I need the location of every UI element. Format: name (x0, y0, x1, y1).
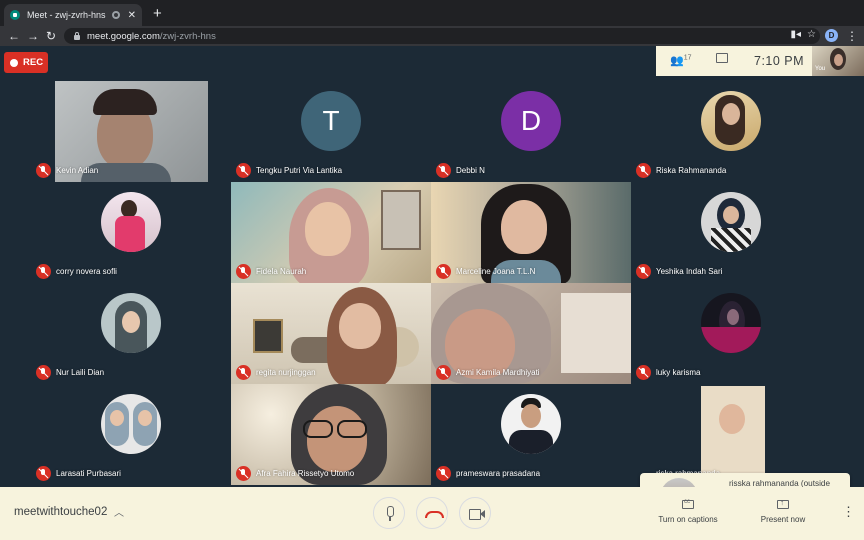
participant-name: Nur Laili Dian (56, 368, 105, 377)
tile-kevin-adian[interactable]: Kevin Adian (31, 81, 231, 182)
microphone-button[interactable] (373, 497, 405, 529)
participant-name: Yeshika Indah Sari (656, 267, 723, 276)
tab-title: Meet - zwj-zvrh-hns (27, 10, 106, 20)
present-now-button[interactable]: Present now (752, 498, 814, 524)
participant-name: prameswara prasadana (456, 469, 541, 478)
bookmark-star-icon[interactable]: ☆ (807, 29, 816, 40)
recording-label: REC (23, 57, 44, 68)
participant-name: Riska Rahmananda (656, 166, 727, 175)
tab-meet[interactable]: Meet - zwj-zvrh-hns ✕ (4, 4, 142, 26)
browser-menu-icon[interactable]: ⋮ (846, 27, 858, 45)
profile-avatar[interactable]: D (825, 29, 838, 42)
camera-in-use-icon[interactable]: ▮◂ (791, 29, 802, 40)
participant-initial-avatar: T (301, 91, 361, 151)
meet-stage: REC 👥17 7:10 PM You Kevin Adian T Tengku… (0, 46, 864, 529)
tile-marceline-joana[interactable]: Marceline Joana T.L.N (431, 182, 631, 283)
self-view[interactable]: You (812, 46, 864, 76)
present-icon (777, 498, 789, 509)
participant-name: Fidela Naurah (256, 267, 307, 276)
present-label: Present now (760, 515, 806, 524)
participant-photo (501, 394, 561, 454)
muted-mic-icon (36, 466, 51, 481)
forward-icon[interactable]: → (27, 27, 39, 45)
participant-count: 17 (683, 54, 692, 62)
chevron-up-icon[interactable]: ︿ (114, 504, 124, 519)
captions-icon (682, 499, 694, 509)
address-bar: ← → ↻ meet.google.com /zwj-zvrh-hns ▮◂ ☆… (0, 26, 864, 46)
tab-close-icon[interactable]: ✕ (128, 10, 136, 21)
muted-mic-icon (36, 163, 51, 178)
participant-name: Debbi N (456, 166, 485, 175)
participant-name: regita nurjinggan (256, 368, 316, 377)
participant-initial-avatar: D (501, 91, 561, 151)
chat-icon[interactable] (716, 53, 728, 63)
participant-photo (101, 192, 161, 252)
tile-riska-rahmananda-2[interactable]: riska rahmananda (631, 384, 831, 485)
recording-indicator-icon (111, 11, 120, 19)
back-icon[interactable]: ← (8, 27, 20, 45)
participant-photo (101, 394, 161, 454)
leave-call-button[interactable] (416, 497, 448, 529)
tile-azmi-kamila[interactable]: Azmi Kamila Mardhiyati (431, 283, 631, 384)
muted-mic-icon (636, 365, 651, 380)
reload-icon[interactable]: ↻ (46, 27, 56, 45)
lock-icon (74, 31, 80, 40)
muted-mic-icon (236, 264, 251, 279)
participant-name: Marceline Joana T.L.N (456, 267, 536, 276)
recording-badge: REC (4, 52, 48, 73)
url-domain: meet.google.com (87, 30, 160, 42)
camera-button[interactable] (459, 497, 491, 529)
tile-riska-rahmananda[interactable]: Riska Rahmananda (631, 81, 831, 182)
clock-time: 7:10 PM (754, 54, 805, 68)
tile-regita-nurjinggan[interactable]: regita nurjinggan (231, 283, 431, 384)
meeting-name[interactable]: meetwithtouche02 (14, 506, 107, 518)
participant-name: Azmi Kamila Mardhiyati (456, 368, 540, 377)
muted-mic-icon (236, 163, 251, 178)
self-face (830, 48, 846, 70)
participant-name: Afra Fahira Rissetyo Utomo (256, 469, 355, 478)
participant-name: Kevin Adian (56, 166, 99, 175)
participant-photo (701, 91, 761, 151)
muted-mic-icon (436, 365, 451, 380)
captions-button[interactable]: Turn on captions (652, 499, 724, 524)
participant-photo (701, 293, 761, 353)
tile-prameswara-prasadana[interactable]: prameswara prasadana (431, 384, 631, 485)
tile-nur-laili[interactable]: Nur Laili Dian (31, 283, 231, 384)
tile-yeshika-indah[interactable]: Yeshika Indah Sari (631, 182, 831, 283)
people-icon[interactable]: 👥17 (670, 54, 692, 67)
url-path: /zwj-zvrh-hns (159, 30, 216, 42)
tile-debbi-n[interactable]: D Debbi N (431, 81, 631, 182)
muted-mic-icon (436, 163, 451, 178)
meet-favicon-icon (10, 10, 20, 20)
participant-grid: Kevin Adian T Tengku Putri Via Lantika D… (31, 81, 833, 487)
tile-tengku-putri[interactable]: T Tengku Putri Via Lantika (231, 81, 431, 182)
muted-mic-icon (36, 264, 51, 279)
tile-luky-karisma[interactable]: luky karisma (631, 283, 831, 384)
muted-mic-icon (236, 466, 251, 481)
new-tab-button[interactable]: + (153, 5, 162, 23)
url-field[interactable]: meet.google.com /zwj-zvrh-hns ▮◂ ☆ (64, 28, 820, 44)
participant-name: Larasati Purbasari (56, 469, 121, 478)
muted-mic-icon (436, 466, 451, 481)
participant-name: corry novera sofli (56, 267, 117, 276)
tab-strip: Meet - zwj-zvrh-hns ✕ + (0, 0, 864, 26)
muted-mic-icon (236, 365, 251, 380)
muted-mic-icon (636, 163, 651, 178)
record-dot-icon (10, 58, 18, 67)
participant-photo (101, 293, 161, 353)
participant-photo (701, 192, 761, 252)
participant-name: Tengku Putri Via Lantika (256, 166, 343, 175)
self-label: You (815, 66, 826, 72)
captions-label: Turn on captions (658, 515, 718, 524)
muted-mic-icon (636, 264, 651, 279)
muted-mic-icon (436, 264, 451, 279)
more-options-icon[interactable]: ⋮ (842, 504, 855, 520)
tile-afra-fahira[interactable]: Afra Fahira Rissetyo Utomo (231, 384, 431, 485)
tile-larasati-purbasari[interactable]: Larasati Purbasari (31, 384, 231, 485)
muted-mic-icon (36, 365, 51, 380)
bottom-control-bar: meetwithtouche02 ︿ Turn on captions Pres… (0, 487, 864, 540)
participant-name: luky karisma (656, 368, 701, 377)
tile-corry-novera[interactable]: corry novera sofli (31, 182, 231, 283)
tile-fidela-naurah[interactable]: Fidela Naurah (231, 182, 431, 283)
